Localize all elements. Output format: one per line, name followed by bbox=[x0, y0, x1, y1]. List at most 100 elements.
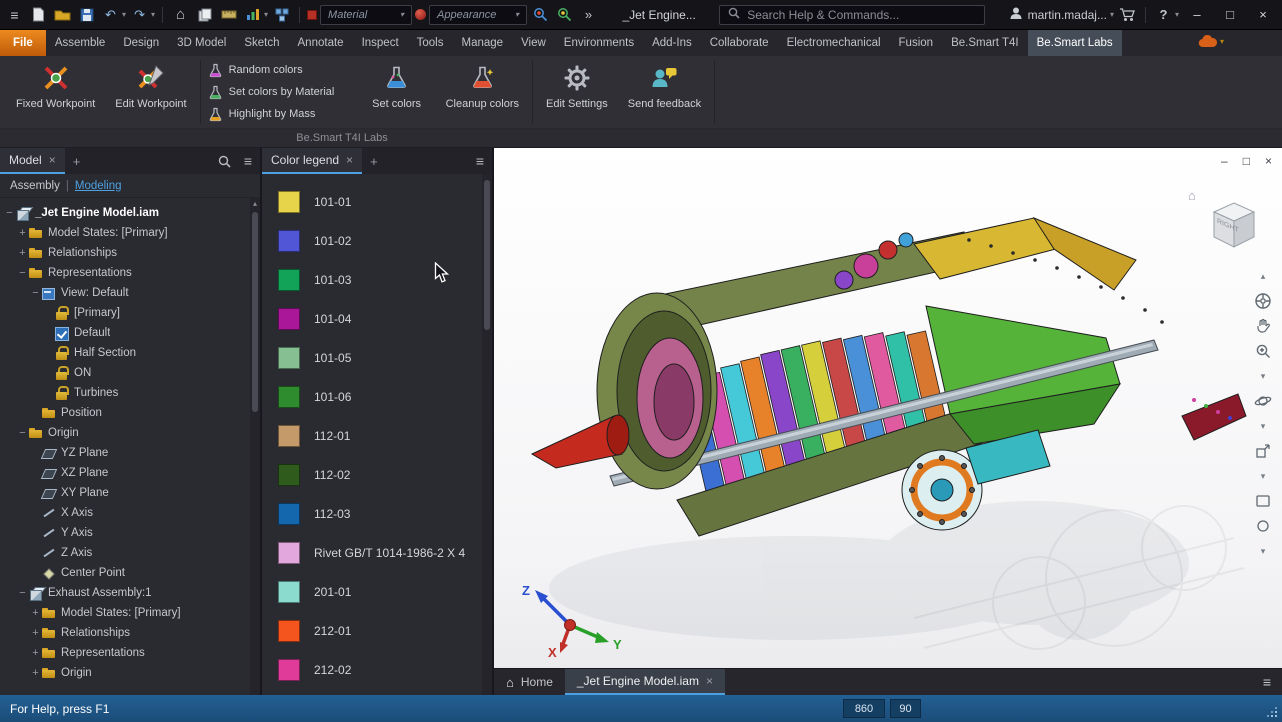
highlight-by-mass-button[interactable]: Highlight by Mass bbox=[208, 104, 358, 125]
scrollbar-thumb[interactable] bbox=[252, 212, 258, 412]
tree-expander-icon[interactable]: + bbox=[30, 648, 41, 659]
components-button[interactable] bbox=[271, 4, 292, 26]
tree-item[interactable]: YZ Plane bbox=[0, 443, 260, 463]
tree-expander-icon[interactable]: − bbox=[17, 588, 28, 599]
sketch-box-icon[interactable] bbox=[1252, 491, 1274, 511]
ribbon-tab-view[interactable]: View bbox=[512, 30, 555, 56]
color-swatch[interactable] bbox=[278, 191, 300, 213]
chevron-down-icon[interactable]: ▾ bbox=[1252, 366, 1274, 386]
cart-icon[interactable] bbox=[1117, 4, 1138, 26]
orbit-icon[interactable] bbox=[1252, 391, 1274, 411]
tree-item[interactable]: XY Plane bbox=[0, 483, 260, 503]
tree-expander-icon[interactable]: + bbox=[30, 608, 41, 619]
home-tab[interactable]: ⌂ Home bbox=[494, 669, 565, 695]
viewport[interactable]: – □ × ⌂ RIGHT ▴▾▾▾▾ bbox=[494, 148, 1282, 695]
color-swatch[interactable] bbox=[278, 269, 300, 291]
close-icon[interactable]: × bbox=[346, 153, 353, 167]
ribbon-tab-add-ins[interactable]: Add-Ins bbox=[643, 30, 701, 56]
tree-item[interactable]: Center Point bbox=[0, 563, 260, 583]
close-icon[interactable]: × bbox=[49, 153, 56, 167]
tree-item[interactable]: [Primary] bbox=[0, 303, 260, 323]
edit-settings-button[interactable]: Edit Settings bbox=[536, 56, 618, 128]
minimize-button[interactable]: – bbox=[1182, 0, 1212, 29]
app-menu-icon[interactable]: ≡ bbox=[4, 4, 25, 26]
ribbon-tab-fusion[interactable]: Fusion bbox=[890, 30, 943, 56]
color-swatch[interactable] bbox=[278, 347, 300, 369]
help-search-input[interactable]: Search Help & Commands... bbox=[719, 5, 985, 25]
chevron-up-icon[interactable]: ▴ bbox=[1252, 266, 1274, 286]
tree-item[interactable]: −Origin bbox=[0, 423, 260, 443]
ribbon-tab-assemble[interactable]: Assemble bbox=[46, 30, 115, 56]
set-colors-by-material-button[interactable]: Set colors by Material bbox=[208, 82, 358, 103]
chevron-down-icon[interactable]: ▾ bbox=[1252, 466, 1274, 486]
ribbon-tab-annotate[interactable]: Annotate bbox=[289, 30, 353, 56]
chart-dropdown-icon[interactable]: ▾ bbox=[264, 10, 268, 19]
ribbon-tab-sketch[interactable]: Sketch bbox=[235, 30, 288, 56]
tree-item[interactable]: Default bbox=[0, 323, 260, 343]
tree-item[interactable]: Z Axis bbox=[0, 543, 260, 563]
close-button[interactable]: × bbox=[1248, 0, 1278, 29]
panel-menu-icon[interactable]: ≡ bbox=[236, 148, 260, 174]
redo-button[interactable]: ↷ bbox=[129, 4, 150, 26]
redo-dropdown-icon[interactable]: ▾ bbox=[151, 10, 155, 19]
set-colors-button[interactable]: Set colors bbox=[358, 56, 436, 128]
model-tab[interactable]: Model × bbox=[0, 148, 65, 174]
material-select[interactable]: Material▾ bbox=[320, 5, 412, 25]
legend-item[interactable]: Rivet GB/T 1014-1986-2 X 4 bbox=[278, 533, 492, 572]
ribbon-tab-design[interactable]: Design bbox=[114, 30, 168, 56]
tree-item[interactable]: −Exhaust Assembly:1 bbox=[0, 583, 260, 603]
random-colors-button[interactable]: Random colors bbox=[208, 60, 358, 81]
color-swatch[interactable] bbox=[278, 464, 300, 486]
tree-expander-icon[interactable]: − bbox=[17, 428, 28, 439]
legend-item[interactable]: 212-02 bbox=[278, 650, 492, 689]
doc-minimize-icon[interactable]: – bbox=[1221, 154, 1228, 168]
tree-item[interactable]: +Representations bbox=[0, 643, 260, 663]
tree-item[interactable]: −_Jet Engine Model.iam bbox=[0, 203, 260, 223]
copy-button[interactable] bbox=[194, 4, 215, 26]
color-swatch[interactable] bbox=[278, 542, 300, 564]
color-legend-tab[interactable]: Color legend × bbox=[262, 148, 362, 174]
legend-item[interactable]: 112-02 bbox=[278, 455, 492, 494]
ribbon-tab-environments[interactable]: Environments bbox=[555, 30, 643, 56]
viewcube[interactable]: ⌂ RIGHT bbox=[1202, 192, 1266, 259]
viewcube-home-icon[interactable]: ⌂ bbox=[1188, 188, 1196, 203]
tree-item[interactable]: XZ Plane bbox=[0, 463, 260, 483]
doc-restore-icon[interactable]: □ bbox=[1243, 154, 1250, 168]
tree-item[interactable]: Half Section bbox=[0, 343, 260, 363]
ribbon-tab-be-smart-labs[interactable]: Be.Smart Labs bbox=[1028, 30, 1122, 56]
search-icon[interactable] bbox=[212, 148, 236, 174]
pan-hand-icon[interactable] bbox=[1252, 316, 1274, 336]
send-feedback-button[interactable]: Send feedback bbox=[618, 56, 711, 128]
adjust-color-icon[interactable] bbox=[554, 4, 575, 26]
ribbon-tab-3d-model[interactable]: 3D Model bbox=[168, 30, 235, 56]
legend-item[interactable]: 101-05 bbox=[278, 338, 492, 377]
color-swatch[interactable] bbox=[278, 503, 300, 525]
chart-button[interactable] bbox=[242, 4, 263, 26]
legend-item[interactable]: 101-03 bbox=[278, 260, 492, 299]
doc-close-icon[interactable]: × bbox=[1265, 154, 1272, 168]
tree-expander-icon[interactable]: + bbox=[17, 248, 28, 259]
zoom-icon[interactable] bbox=[1252, 341, 1274, 361]
look-at-icon[interactable] bbox=[1252, 441, 1274, 461]
legend-item[interactable]: 112-03 bbox=[278, 494, 492, 533]
ribbon-tab-inspect[interactable]: Inspect bbox=[353, 30, 408, 56]
color-swatch[interactable] bbox=[278, 581, 300, 603]
ribbon-tab-collaborate[interactable]: Collaborate bbox=[701, 30, 778, 56]
ribbon-tab-manage[interactable]: Manage bbox=[453, 30, 513, 56]
legend-item[interactable]: 101-06 bbox=[278, 377, 492, 416]
toolbar-overflow-icon[interactable]: » bbox=[578, 4, 599, 26]
tree-item[interactable]: Y Axis bbox=[0, 523, 260, 543]
tree-item[interactable]: ON bbox=[0, 363, 260, 383]
undo-dropdown-icon[interactable]: ▾ bbox=[122, 10, 126, 19]
edit-workpoint-button[interactable]: Edit Workpoint bbox=[105, 56, 196, 128]
tree-expander-icon[interactable]: + bbox=[17, 228, 28, 239]
legend-item[interactable]: 212-01 bbox=[278, 611, 492, 650]
circle-tool-icon[interactable] bbox=[1252, 516, 1274, 536]
help-button[interactable]: ? bbox=[1153, 4, 1174, 26]
tab-list-menu-icon[interactable]: ≡ bbox=[1252, 669, 1282, 695]
document-tab-jet-engine-model[interactable]: _Jet Engine Model.iam × bbox=[565, 669, 725, 695]
tree-item[interactable]: Turbines bbox=[0, 383, 260, 403]
legend-item[interactable]: 201-01 bbox=[278, 572, 492, 611]
color-swatch[interactable] bbox=[278, 659, 300, 681]
measure-button[interactable] bbox=[218, 4, 239, 26]
